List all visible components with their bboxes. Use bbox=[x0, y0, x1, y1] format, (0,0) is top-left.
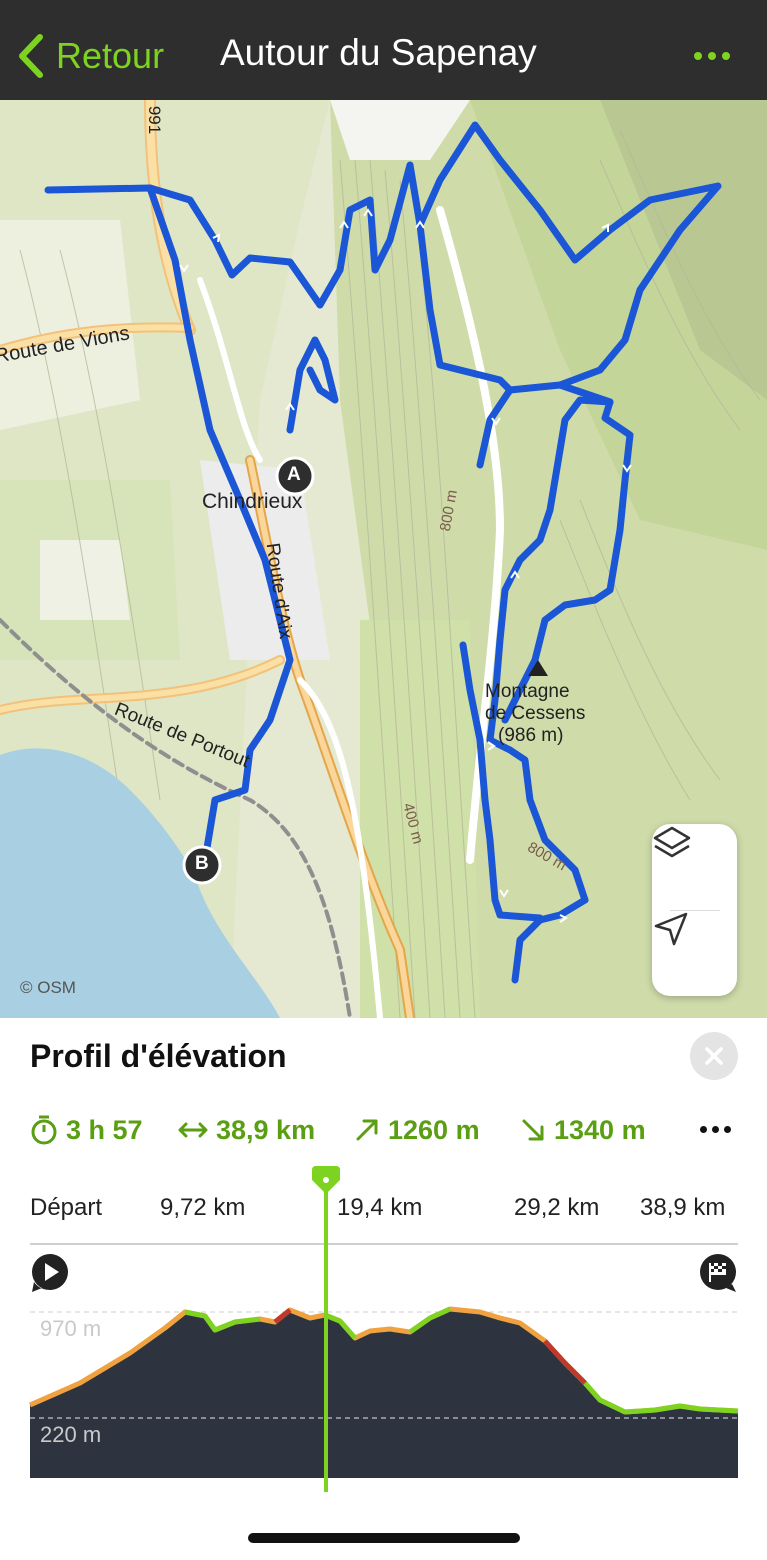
arrow-up-right-icon bbox=[356, 1119, 378, 1141]
axis-label: 9,72 km bbox=[160, 1194, 246, 1221]
axis-label-end: 38,9 km bbox=[640, 1194, 726, 1221]
town-label-chindrieux: Chindrieux bbox=[202, 490, 303, 513]
descent-value: 1340 m bbox=[554, 1114, 646, 1145]
arrow-down-right-icon bbox=[522, 1119, 544, 1141]
elevation-max-label: 970 m bbox=[40, 1316, 102, 1341]
close-button[interactable] bbox=[690, 1032, 738, 1080]
more-options-button[interactable] bbox=[692, 44, 732, 72]
dot-icon bbox=[694, 52, 702, 60]
locate-button[interactable] bbox=[652, 910, 737, 996]
marker-a-label: A bbox=[287, 464, 301, 485]
duration-stat: 3 h 57 bbox=[30, 1110, 143, 1150]
elevation-min-label: 220 m bbox=[40, 1422, 102, 1447]
start-play-icon bbox=[32, 1254, 68, 1292]
finish-flag-icon bbox=[700, 1254, 736, 1292]
distance-value: 38,9 km bbox=[216, 1114, 316, 1145]
close-icon bbox=[705, 1047, 723, 1065]
back-button[interactable]: Retour bbox=[14, 28, 164, 84]
peak-label-line2: de Cessens bbox=[485, 703, 586, 724]
map-attribution[interactable]: © OSM bbox=[20, 978, 76, 998]
horizontal-arrows-icon bbox=[178, 1122, 208, 1138]
position-cursor[interactable] bbox=[324, 1178, 328, 1492]
chevron-left-icon bbox=[19, 34, 43, 78]
distance-axis: Départ 9,72 km 19,4 km 29,2 km 38,9 km bbox=[0, 1194, 767, 1234]
elevation-area bbox=[30, 1309, 738, 1478]
cursor-handle-icon[interactable] bbox=[310, 1166, 342, 1194]
dot-icon bbox=[724, 1126, 731, 1133]
back-label: Retour bbox=[56, 35, 165, 76]
ascent-stat: 1260 m bbox=[354, 1110, 480, 1150]
dot-icon bbox=[700, 1126, 707, 1133]
marker-b-label: B bbox=[195, 853, 209, 874]
peak-altitude-label: (986 m) bbox=[498, 725, 564, 746]
panel-title: Profil d'élévation bbox=[30, 1038, 287, 1074]
page-title: Autour du Sapenay bbox=[220, 32, 537, 73]
axis-label-start: Départ bbox=[30, 1194, 103, 1221]
route-map[interactable]: 991 Route de Vions A Chindrieux Route d'… bbox=[0, 100, 767, 1018]
home-indicator[interactable] bbox=[248, 1533, 520, 1543]
road-number-label: 991 bbox=[145, 105, 165, 135]
peak-label: Montagne bbox=[485, 681, 570, 702]
axis-line bbox=[30, 1243, 738, 1245]
route-stats: 3 h 57 38,9 km 1260 m 1340 m bbox=[30, 1110, 740, 1150]
distance-stat: 38,9 km bbox=[178, 1110, 315, 1150]
stopwatch-icon bbox=[31, 1115, 57, 1145]
axis-label: 19,4 km bbox=[337, 1194, 423, 1221]
layers-icon bbox=[653, 826, 691, 858]
elevation-panel: Profil d'élévation 3 h 57 38,9 km 1260 m bbox=[0, 1018, 767, 1560]
map-layers-button[interactable] bbox=[652, 824, 737, 910]
descent-stat: 1340 m bbox=[520, 1110, 646, 1150]
stats-more-button[interactable] bbox=[698, 1118, 738, 1144]
navigation-bar: Retour Autour du Sapenay bbox=[0, 0, 767, 100]
dot-icon bbox=[722, 52, 730, 60]
dot-icon bbox=[708, 52, 716, 60]
location-arrow-icon bbox=[654, 912, 688, 946]
duration-value: 3 h 57 bbox=[66, 1114, 143, 1145]
dot-icon bbox=[712, 1126, 719, 1133]
ascent-value: 1260 m bbox=[388, 1114, 480, 1145]
elevation-chart[interactable] bbox=[0, 1298, 767, 1498]
map-controls bbox=[652, 824, 737, 996]
axis-label: 29,2 km bbox=[514, 1194, 600, 1221]
